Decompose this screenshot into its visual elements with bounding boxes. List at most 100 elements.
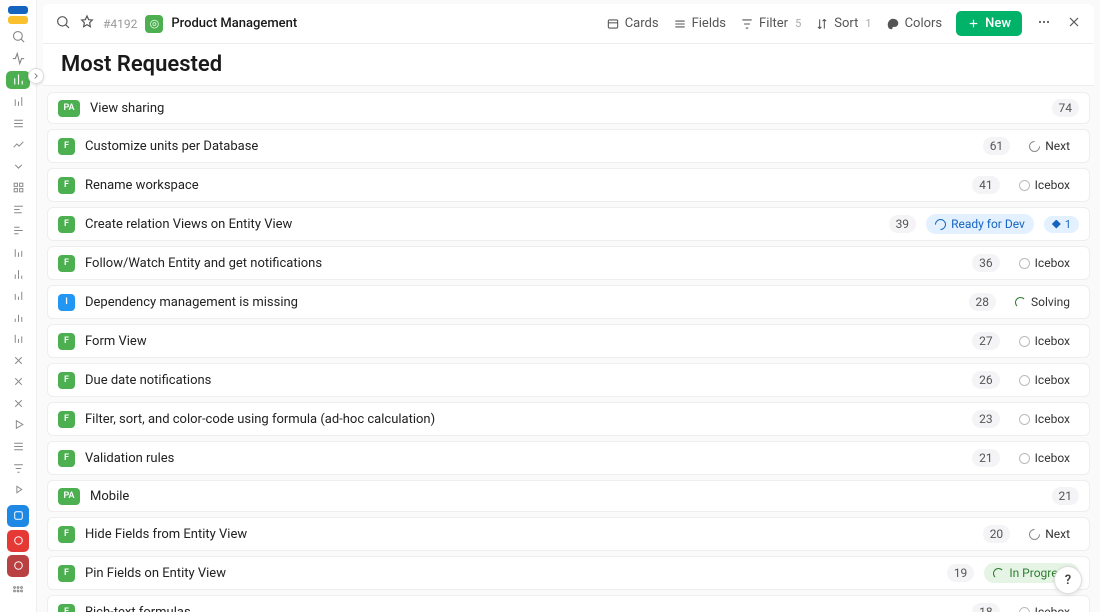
status-label: Solving (1031, 295, 1070, 309)
search-button[interactable] (55, 14, 71, 34)
search-icon[interactable] (6, 28, 30, 47)
nav-align2-icon[interactable] (6, 222, 30, 241)
nav-shuffle3-icon[interactable] (6, 394, 30, 413)
bottom-app1-icon[interactable] (7, 505, 29, 527)
status-icon (1019, 336, 1030, 347)
list-item[interactable]: F Rich-text formulas 18 Icebox (47, 595, 1090, 612)
request-list[interactable]: PAView sharing74FCustomize units per Dat… (37, 86, 1100, 612)
more-button[interactable] (1036, 14, 1052, 34)
entity-title[interactable]: Product Management (171, 16, 297, 31)
row-count: 36 (972, 254, 1000, 272)
row-count: 39 (889, 215, 917, 233)
nav-shuffle2-icon[interactable] (6, 373, 30, 392)
bottom-app2-icon[interactable] (7, 530, 29, 552)
colors-button[interactable]: Colors (886, 16, 943, 31)
status-pill[interactable]: Icebox (1010, 175, 1079, 195)
status-pill[interactable]: Next (1020, 136, 1079, 156)
nav-bars4-icon[interactable] (6, 265, 30, 284)
row-title: Rename workspace (85, 178, 962, 193)
list-item[interactable]: PAView sharing74 (47, 92, 1090, 124)
list-item[interactable]: FHide Fields from Entity View20Next (47, 517, 1090, 551)
extra-pill[interactable]: 1 (1044, 216, 1079, 233)
list-item[interactable]: F Due date notifications 26 Icebox (47, 363, 1090, 397)
entity-id: #4192 (103, 17, 137, 31)
status-icon (1019, 453, 1030, 464)
status-pill[interactable]: Icebox (1010, 370, 1079, 390)
list-item[interactable]: PAMobile21 (47, 480, 1090, 512)
nav-caret-icon[interactable] (6, 157, 30, 176)
nav-align-icon[interactable] (6, 200, 30, 219)
cards-button[interactable]: Cards (606, 16, 659, 31)
row-count: 28 (969, 293, 997, 311)
favorite-button[interactable] (79, 14, 95, 34)
list-item[interactable]: I Dependency management is missing 28 Solvi… (47, 285, 1090, 319)
nav-grid-icon[interactable] (6, 179, 30, 198)
nav-list-icon[interactable] (6, 114, 30, 133)
nav-filter-icon[interactable] (6, 459, 30, 478)
list-item[interactable]: FPin Fields on Entity View19In Progress (47, 556, 1090, 590)
nav-trend-icon[interactable] (6, 135, 30, 154)
list-item[interactable]: FCustomize units per Database61Next (47, 129, 1090, 163)
status-pill[interactable]: Icebox (1010, 448, 1079, 468)
list-item[interactable]: FFollow/Watch Entity and get notificatio… (47, 246, 1090, 280)
nav-shuffle1-icon[interactable] (6, 351, 30, 370)
status-pill[interactable]: Icebox (1010, 602, 1079, 612)
status-icon (1027, 526, 1043, 542)
type-badge: I (58, 294, 75, 311)
app-logo[interactable] (6, 6, 30, 25)
status-label: Icebox (1035, 178, 1070, 192)
row-title: Dependency management is missing (85, 295, 959, 310)
list-item[interactable]: F Rename workspace 41 Icebox (47, 168, 1090, 202)
type-badge: F (58, 372, 75, 389)
row-count: 41 (972, 176, 1000, 194)
type-badge: F (58, 177, 75, 194)
nav-bars-icon[interactable] (6, 71, 30, 90)
status-icon (993, 568, 1004, 579)
row-count: 18 (972, 603, 1000, 612)
nav-bars6-icon[interactable] (6, 308, 30, 327)
row-count: 27 (972, 332, 1000, 350)
row-title: Rich-text formulas (85, 605, 962, 612)
row-count: 19 (947, 564, 975, 582)
type-badge: F (58, 604, 75, 612)
sort-button[interactable]: Sort1 (815, 16, 871, 31)
status-pill[interactable]: Icebox (1010, 331, 1079, 351)
nav-bars2-icon[interactable] (6, 92, 30, 111)
type-badge: F (58, 255, 75, 272)
list-item[interactable]: FValidation rules21Icebox (47, 441, 1090, 475)
list-item[interactable]: FFilter, sort, and color-code using form… (47, 402, 1090, 436)
nav-bars7-icon[interactable] (6, 329, 30, 348)
list-item[interactable]: FForm View27Icebox (47, 324, 1090, 358)
row-count: 61 (983, 137, 1011, 155)
fields-button[interactable]: Fields (673, 16, 726, 31)
type-badge: F (58, 526, 75, 543)
nav-play-icon[interactable] (6, 416, 30, 435)
filter-button[interactable]: Filter5 (740, 16, 801, 31)
row-count: 26 (972, 371, 1000, 389)
row-title: Validation rules (85, 451, 962, 466)
status-pill[interactable]: Ready for Dev (926, 214, 1034, 234)
row-count: 20 (983, 525, 1011, 543)
help-button[interactable]: ? (1054, 566, 1082, 594)
status-icon (1015, 297, 1026, 308)
row-title: View sharing (90, 101, 1042, 116)
type-badge: F (58, 138, 75, 155)
status-label: Icebox (1035, 373, 1070, 387)
nav-bars3-icon[interactable] (6, 243, 30, 262)
nav-play2-icon[interactable] (6, 480, 30, 499)
new-button[interactable]: New (956, 11, 1022, 36)
status-pill[interactable]: Icebox (1010, 409, 1079, 429)
nav-list2-icon[interactable] (6, 437, 30, 456)
expand-sidebar-icon[interactable] (28, 68, 44, 84)
nav-bars5-icon[interactable] (6, 286, 30, 305)
status-pill[interactable]: Next (1020, 524, 1079, 544)
status-label: Next (1045, 527, 1070, 541)
activity-icon[interactable] (6, 49, 30, 68)
list-item[interactable]: FCreate relation Views on Entity View39R… (47, 207, 1090, 241)
row-title: Due date notifications (85, 373, 962, 388)
bottom-app3-icon[interactable] (7, 555, 29, 577)
close-button[interactable] (1066, 14, 1082, 34)
bottom-apps-icon[interactable] (7, 580, 29, 602)
status-pill[interactable]: Icebox (1010, 253, 1079, 273)
status-pill[interactable]: Solving (1006, 292, 1079, 312)
